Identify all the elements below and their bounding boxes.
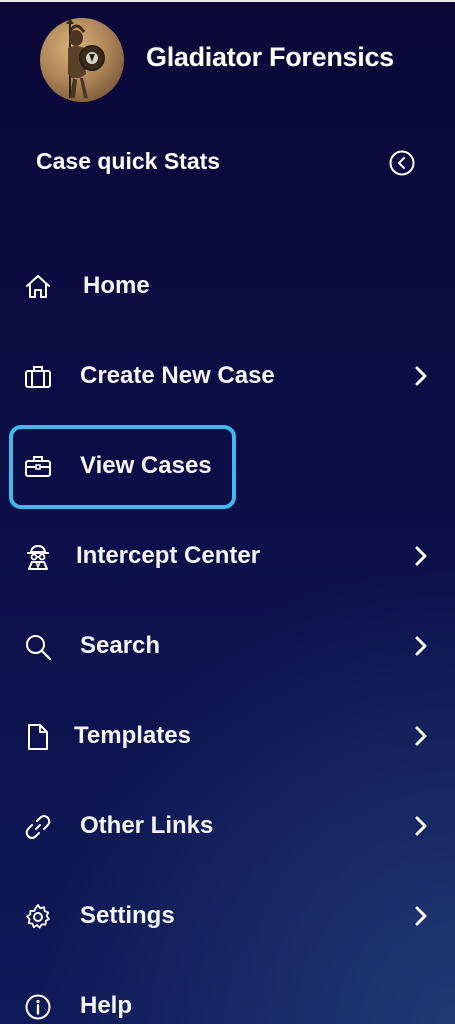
- brand-name: Gladiator Forensics: [146, 42, 394, 72]
- nav-label-create-new-case: Create New Case: [80, 362, 275, 389]
- chevron-left-circle-icon[interactable]: [389, 150, 415, 176]
- case-quick-stats-title: Case quick Stats: [36, 148, 221, 174]
- nav-item-help[interactable]: Help: [0, 976, 455, 1024]
- chevron-right-icon: [410, 365, 432, 387]
- info-circle-icon: [24, 993, 52, 1021]
- chevron-right-icon: [410, 725, 432, 747]
- nav-label-help: Help: [80, 992, 133, 1019]
- spy-icon: [24, 543, 52, 571]
- home-icon: [24, 273, 52, 301]
- nav-item-other-links[interactable]: Other Links: [0, 796, 455, 856]
- search-icon: [24, 633, 52, 661]
- nav-item-intercept-center[interactable]: Intercept Center: [0, 526, 455, 586]
- sidebar: Gladiator Forensics Case quick Stats Hom…: [0, 0, 455, 1024]
- view-cases-highlight: [9, 425, 236, 509]
- nav-item-search[interactable]: Search: [0, 616, 455, 676]
- chevron-right-icon: [410, 905, 432, 927]
- nav-label-settings: Settings: [80, 902, 175, 929]
- gladiator-logo[interactable]: [40, 18, 124, 102]
- briefcase-icon: [24, 363, 52, 391]
- nav-item-templates[interactable]: Templates: [0, 706, 455, 766]
- nav-item-home[interactable]: Home: [0, 256, 455, 316]
- link-icon: [24, 813, 52, 841]
- top-edge-divider: [0, 0, 455, 2]
- nav-item-settings[interactable]: Settings: [0, 886, 455, 946]
- nav-item-create-new-case[interactable]: Create New Case: [0, 346, 455, 406]
- gear-icon: [24, 903, 52, 931]
- nav-label-search: Search: [80, 632, 161, 659]
- nav-label-other-links: Other Links: [80, 812, 214, 839]
- nav-label-home: Home: [83, 272, 150, 299]
- nav-label-intercept-center: Intercept Center: [76, 542, 261, 569]
- chevron-right-icon: [410, 815, 432, 837]
- chevron-right-icon: [410, 635, 432, 657]
- chevron-right-icon: [410, 545, 432, 567]
- nav-label-templates: Templates: [74, 722, 191, 749]
- file-icon: [24, 723, 52, 751]
